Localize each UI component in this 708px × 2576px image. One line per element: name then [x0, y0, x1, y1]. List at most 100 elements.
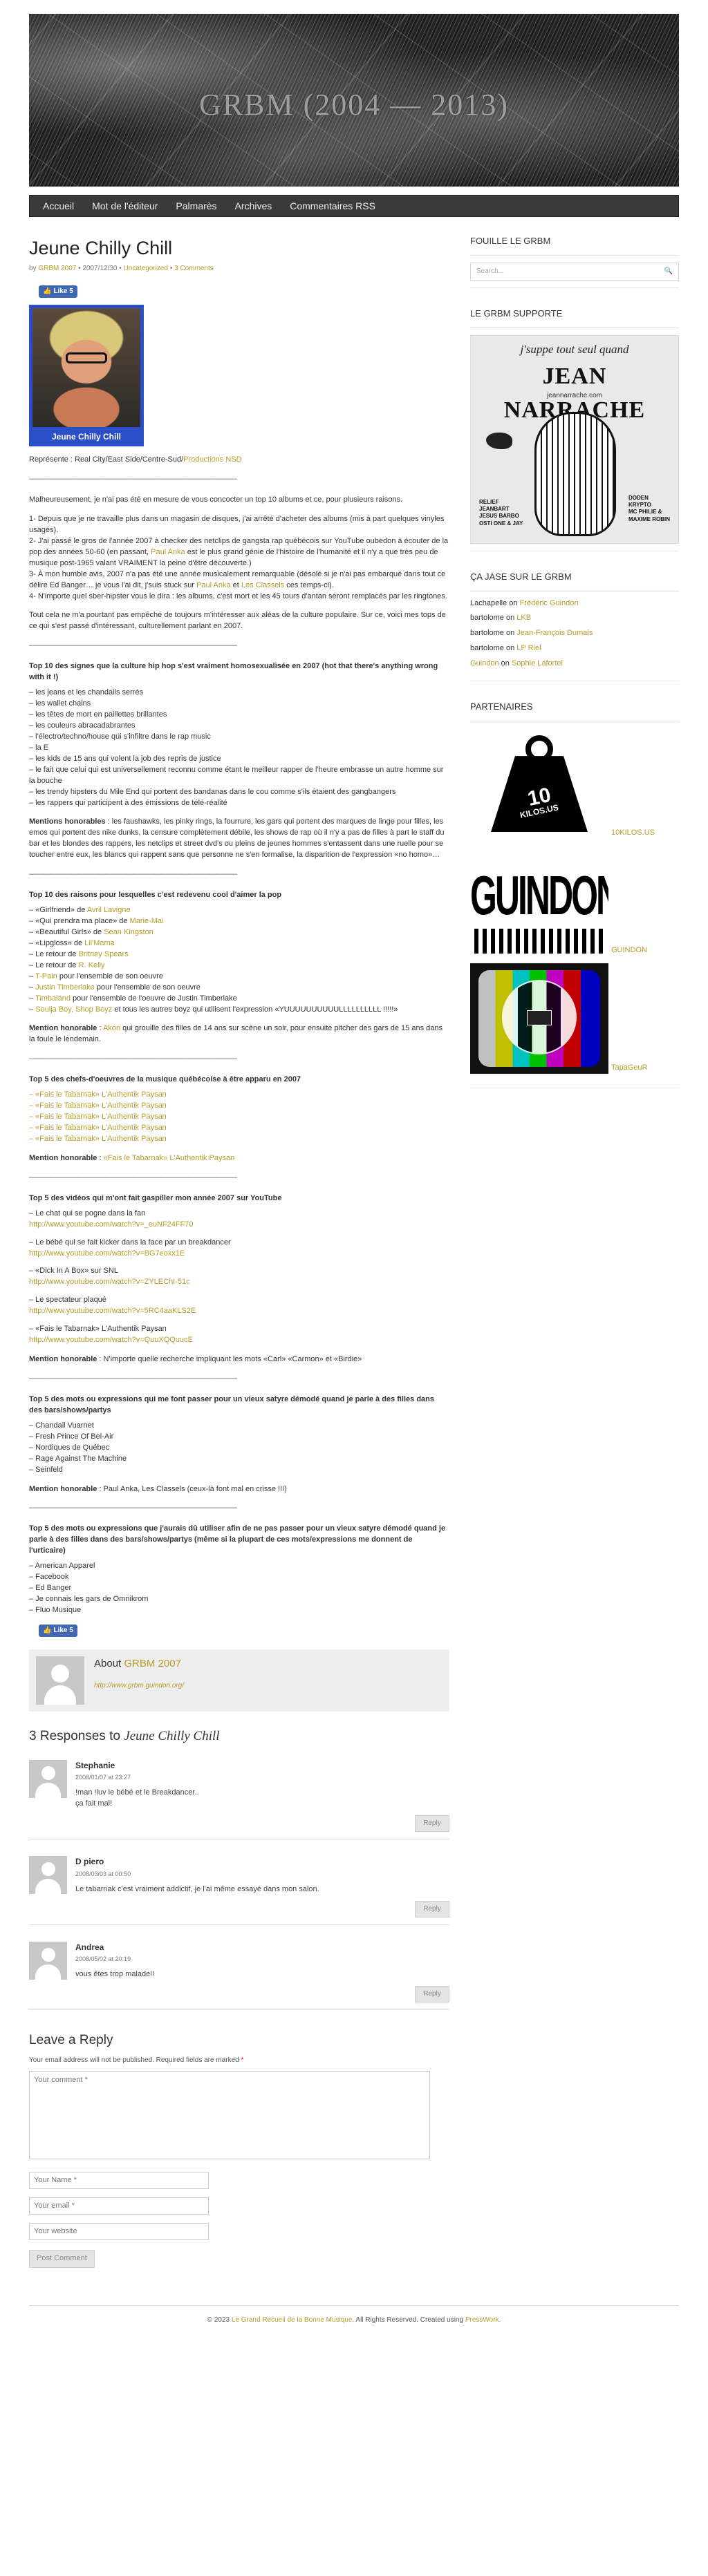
list-item-pre: – [29, 972, 35, 981]
facebook-like-button[interactable]: 👍 Like 5 [39, 1624, 77, 1638]
poster-tagline: j'suppe tout seul quand [520, 342, 629, 356]
author-box: About GRBM 2007 http://www.grbm.guindon.… [29, 1649, 449, 1712]
recent-comment-author: bartolome [470, 629, 504, 638]
partner-link[interactable]: 10KILOS.US [611, 828, 655, 839]
footer-theme-link[interactable]: PressWork [465, 2316, 499, 2324]
search-input[interactable]: Search... 🔍 [470, 262, 679, 281]
recent-comment-on: on [503, 629, 517, 638]
main-area: Jeune Chilly Chill by GRBM 2007 • 2007/1… [29, 235, 679, 2268]
partner-10kilos: 10 KILOS.US 10KILOS.US [470, 728, 679, 840]
footer-copyright: © 2023 [207, 2315, 232, 2324]
recent-comment-post-link[interactable]: LP Riel [516, 644, 541, 652]
nav-item-accueil[interactable]: Accueil [34, 195, 83, 217]
author-url-link[interactable]: http://www.grbm.guindon.org/ [94, 1681, 184, 1692]
author-info: About GRBM 2007 http://www.grbm.guindon.… [94, 1656, 184, 1705]
fais-le-tabarnak-link[interactable]: «Fais le Tabarnak» L'Authentik Paysan [104, 1154, 235, 1162]
video-url-link[interactable]: http://www.youtube.com/watch?v=QuuXQQuuc… [29, 1335, 449, 1346]
intro-paragraph: Malheureusement, je n'ai pas été en mesu… [29, 495, 403, 504]
list-item: – Chandail Vuarnet [29, 1421, 94, 1430]
video-title: – Le bébé qui se fait kicker dans la fac… [29, 1238, 231, 1247]
paul-anka-link[interactable]: Paul Anka [151, 548, 185, 556]
recent-comment-post-link[interactable]: Sophie Lafortel [512, 659, 563, 667]
commenter-avatar [29, 1759, 67, 1798]
intro-paragraph: 1- Depuis que je ne travaille plus dans … [29, 514, 445, 534]
akon-link[interactable]: Akon [103, 1024, 120, 1032]
site-title[interactable]: GRBM (2004 — 2013) [29, 83, 679, 127]
artist-link[interactable]: Marie-Mai [130, 917, 164, 925]
video-url-link[interactable]: http://www.youtube.com/watch?v=BG7eoxx1E [29, 1249, 449, 1260]
recent-comment-post-link[interactable]: Frédéric Guindon [520, 599, 579, 607]
section-list: – «Girlfriend» de Avril Lavigne – «Qui pr… [29, 905, 449, 1015]
represente-link[interactable]: Productions NSD [183, 455, 241, 464]
artist-link[interactable]: Avril Lavigne [87, 906, 131, 914]
email-input[interactable] [29, 2197, 209, 2215]
video-title: – «Fais le Tabarnak» L'Authentik Paysan [29, 1325, 167, 1334]
video-url-link[interactable]: http://www.youtube.com/watch?v=5RC4aaKLS… [29, 1306, 449, 1317]
list-item[interactable]: – «Fais le Tabarnak» L'Authentik Paysan [29, 1112, 449, 1123]
nav-item-palmares[interactable]: Palmarès [167, 195, 225, 217]
section-top5-quebec: Top 5 des chefs-d'oeuvres de la musique … [29, 1074, 449, 1145]
recent-comment-post-link[interactable]: LKB [516, 614, 531, 622]
nav-item-mot-editeur[interactable]: Mot de l'éditeur [83, 195, 167, 217]
list-item[interactable]: – «Fais le Tabarnak» L'Authentik Paysan [29, 1090, 449, 1101]
search-icon[interactable]: 🔍 [664, 267, 673, 277]
portrait-caption: Jeune Chilly Chill [51, 432, 122, 442]
sidebar: FOUILLE LE GRBM Search... 🔍 LE GRBM SUPP… [470, 235, 679, 2268]
artist-link[interactable]: Sean Kingston [104, 928, 153, 936]
name-input[interactable] [29, 2171, 209, 2189]
comment-author: Stephanie [75, 1760, 115, 1770]
partner-link[interactable]: GUINDON [611, 945, 647, 956]
artist-link[interactable]: Timbaland [35, 994, 71, 1003]
comment-date[interactable]: 2008/01/07 at 23:27 [75, 1773, 449, 1782]
artist-link[interactable]: Justin Timberlake [35, 983, 95, 992]
artist-link[interactable]: Britney Spears [79, 950, 129, 958]
video-url-link[interactable]: http://www.youtube.com/watch?v=_euNF24FF… [29, 1220, 449, 1231]
list-item: – «Girlfriend» de Avril Lavigne [29, 905, 449, 916]
meta-comments-link[interactable]: 3 Comments [174, 265, 214, 272]
comment-textarea[interactable] [29, 2071, 430, 2160]
footer-rights: . All Rights Reserved. Created using [352, 2315, 465, 2324]
recent-comment-on: on [499, 659, 512, 668]
list-item: – Justin Timberlake pour l'ensemble de s… [29, 983, 449, 994]
meta-author-link[interactable]: GRBM 2007 [38, 265, 76, 272]
tapageur-test-pattern[interactable] [470, 963, 608, 1074]
author-name-link[interactable]: GRBM 2007 [124, 1658, 181, 1669]
nav-item-commentaires-rss[interactable]: Commentaires RSS [281, 195, 384, 217]
site-header[interactable]: GRBM (2004 — 2013) [29, 14, 679, 187]
post-comment-button[interactable]: Post Comment [29, 2249, 95, 2268]
reply-button[interactable]: Reply [415, 1900, 449, 1917]
artist-link[interactable]: T-Pain [35, 972, 57, 981]
list-item[interactable]: – «Fais le Tabarnak» L'Authentik Paysan [29, 1123, 449, 1134]
main-nav: Accueil Mot de l'éditeur Palmarès Archiv… [29, 195, 679, 217]
comment-date[interactable]: 2008/05/02 at 20:19 [75, 1955, 449, 1964]
nav-item-archives[interactable]: Archives [226, 195, 281, 217]
facebook-like-button[interactable]: 👍 Like 5 [39, 285, 77, 299]
website-input[interactable] [29, 2222, 209, 2240]
lineup-entry: MAXIME ROBIN [628, 515, 670, 522]
partner-guindon: GUINDON GUINDON [470, 846, 679, 957]
artist-link[interactable]: Soulja Boy, Shop Boyz [35, 1005, 112, 1014]
10kilos-logo[interactable]: 10 KILOS.US [470, 728, 608, 840]
artist-link[interactable]: Lil'Mama [84, 939, 115, 947]
comment-date[interactable]: 2008/03/03 at 00:50 [75, 1870, 449, 1879]
partner-link[interactable]: TapaGeuR [611, 1063, 648, 1074]
jean-narrache-poster[interactable]: j'suppe tout seul quand JEAN NARRACHE je… [470, 334, 679, 544]
recent-comment-post-link[interactable]: Jean-François Dumais [516, 629, 593, 637]
artist-link[interactable]: R. Kelly [79, 961, 105, 969]
video-url-link[interactable]: http://www.youtube.com/watch?v=ZYLEChI-5… [29, 1277, 449, 1288]
paul-anka-link[interactable]: Paul Anka [196, 581, 231, 589]
list-item[interactable]: – «Fais le Tabarnak» L'Authentik Paysan [29, 1101, 449, 1112]
reply-button[interactable]: Reply [415, 1815, 449, 1832]
separator: —————————————————————————————— [29, 1173, 237, 1182]
list-item[interactable]: – «Fais le Tabarnak» L'Authentik Paysan [29, 1134, 449, 1145]
les-classels-link[interactable]: Les Classels [241, 581, 284, 589]
comment-text: Le tabarnak c'est vraiment addictif, je … [75, 1884, 319, 1893]
meta-category-link[interactable]: Uncategorized [124, 265, 168, 272]
guindon-logo[interactable]: GUINDON [470, 846, 608, 957]
recent-comment-author[interactable]: Guindon [470, 659, 499, 667]
footer-site-link[interactable]: Le Grand Recueil de la Bonne Musique [232, 2316, 353, 2324]
section-heading: Top 5 des mots ou expressions que j'aura… [29, 1524, 446, 1555]
meta-date: 2007/12/30 [82, 265, 118, 273]
section-top10-homo: Top 10 des signes que la culture hip hop… [29, 661, 449, 808]
reply-button[interactable]: Reply [415, 1986, 449, 2002]
